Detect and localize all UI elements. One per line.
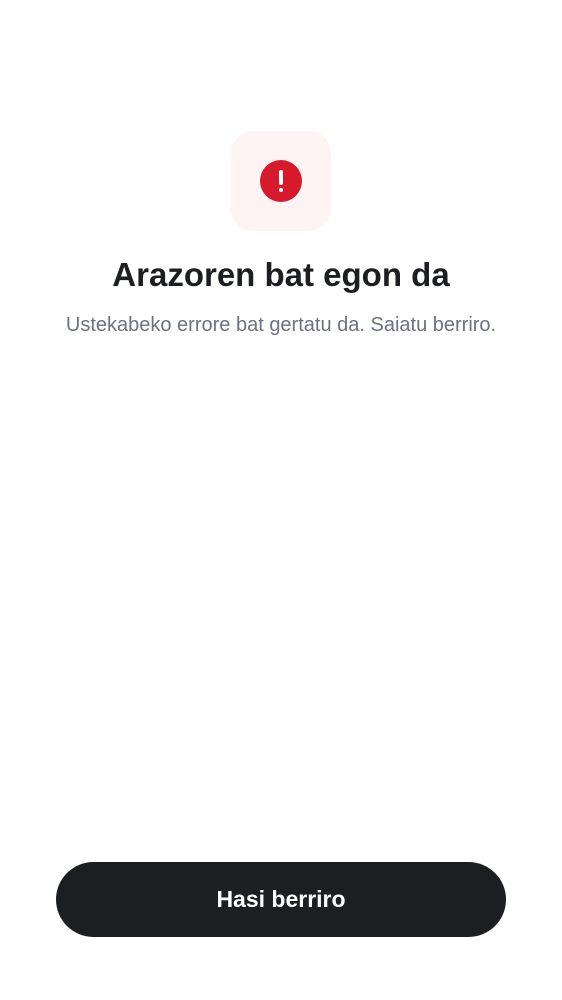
error-message: Ustekabeko errore bat gertatu da. Saiatu… bbox=[65, 314, 497, 336]
restart-button[interactable]: Hasi berriro bbox=[56, 862, 506, 937]
error-title: Arazoren bat egon da bbox=[112, 256, 450, 293]
exclamation-circle-icon bbox=[260, 160, 302, 202]
error-icon-container bbox=[231, 131, 331, 231]
